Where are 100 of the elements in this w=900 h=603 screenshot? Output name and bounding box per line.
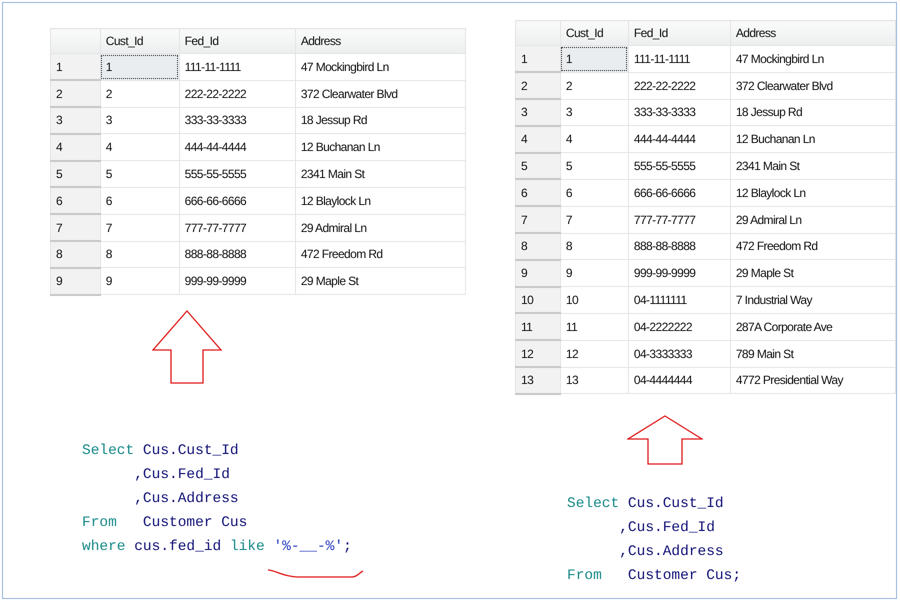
row-number: 3 xyxy=(50,107,100,134)
code-line: From Customer Cus; xyxy=(567,566,742,586)
table-cell: 18 Jessup Rd xyxy=(730,99,896,126)
row-number: 6 xyxy=(516,179,560,206)
code-line: ,Cus.Address xyxy=(133,490,240,509)
code-line: Select Cus.Cust_Id xyxy=(82,442,240,461)
table-cell: 2 xyxy=(560,72,628,100)
row-number: 10 xyxy=(516,286,560,314)
table-cell: 29 Maple St xyxy=(295,268,466,295)
row-number: 7 xyxy=(50,214,100,242)
row-number: 1 xyxy=(516,46,560,72)
table-cell: 2 xyxy=(100,80,180,108)
row-number: 7 xyxy=(516,206,560,234)
table-cell: 2341 Main St xyxy=(730,152,896,180)
code-line: From Customer Cus xyxy=(82,514,248,533)
table-cell: 47 Mockingbird Ln xyxy=(730,46,896,72)
table-cell: 666-66-6666 xyxy=(628,179,730,206)
table-cell: 444-44-4444 xyxy=(628,126,730,153)
table-cell: 888-88-8888 xyxy=(179,241,296,268)
table-cell: 372 Clearwater Blvd xyxy=(730,72,896,100)
code-line: Select Cus.Cust_Id xyxy=(567,494,725,514)
table-cell: 4 xyxy=(100,134,180,161)
column-header: Address xyxy=(295,28,466,54)
row-number: 6 xyxy=(50,187,100,214)
column-header: Fed_Id xyxy=(628,20,730,46)
code-line: ,Cus.Fed_Id xyxy=(618,518,716,538)
table-cell: 789 Main St xyxy=(730,340,896,368)
column-header: Address xyxy=(730,20,896,46)
row-number: 9 xyxy=(516,260,560,287)
table-cell: 444-44-4444 xyxy=(179,134,296,161)
table-cell: 555-55-5555 xyxy=(628,152,730,180)
column-header: Cust_Id xyxy=(100,28,180,54)
table-cell: 7 xyxy=(560,206,628,234)
table-cell: 555-55-5555 xyxy=(179,160,296,188)
table-cell: 666-66-6666 xyxy=(179,187,296,214)
table-cell: 999-99-9999 xyxy=(628,260,730,287)
row-number: 1 xyxy=(50,54,100,80)
table-cell: 7 Industrial Way xyxy=(730,286,896,314)
table-cell: 472 Freedom Rd xyxy=(730,233,896,260)
table-cell: 111-11-1111 xyxy=(628,46,730,72)
code-line: ,Cus.Address xyxy=(618,542,725,562)
table-cell: 04-2222222 xyxy=(628,313,730,340)
table-cell: 10 xyxy=(560,286,628,314)
row-number: 11 xyxy=(516,313,560,340)
table-cell: 777-77-7777 xyxy=(628,206,730,234)
table-cell: 472 Freedom Rd xyxy=(295,241,466,268)
table-cell: 1 xyxy=(100,54,180,80)
table-cell: 04-3333333 xyxy=(628,340,730,368)
table-cell: 12 xyxy=(560,340,628,368)
table-cell: 8 xyxy=(560,233,628,260)
table-cell: 11 xyxy=(560,313,628,340)
table-cell: 9 xyxy=(560,260,628,287)
code-line: where cus.fed_id like '%-__-%'; xyxy=(82,538,353,557)
table-cell: 3 xyxy=(100,107,180,134)
row-number: 9 xyxy=(50,268,100,295)
table-cell: 3 xyxy=(560,99,628,126)
table-cell: 04-1111111 xyxy=(628,286,730,314)
table-cell: 13 xyxy=(560,367,628,394)
column-header: Fed_Id xyxy=(179,28,296,54)
table-cell: 29 Admiral Ln xyxy=(295,214,466,242)
table-cell: 12 Blaylock Ln xyxy=(295,187,466,214)
row-number: 2 xyxy=(50,80,100,108)
row-number: 5 xyxy=(50,160,100,188)
table-cell: 29 Maple St xyxy=(730,260,896,287)
column-header: Cust_Id xyxy=(560,20,628,46)
table-cell: 1 xyxy=(560,46,628,72)
table-cell: 9 xyxy=(100,268,180,295)
table-cell: 47 Mockingbird Ln xyxy=(295,54,466,80)
table-cell: 6 xyxy=(100,187,180,214)
row-number: 8 xyxy=(516,233,560,260)
row-number: 2 xyxy=(516,72,560,100)
table-cell: 333-33-3333 xyxy=(628,99,730,126)
table-cell: 5 xyxy=(100,160,180,188)
table-cell: 8 xyxy=(100,241,180,268)
row-number: 12 xyxy=(516,340,560,368)
row-number: 13 xyxy=(516,367,560,394)
table-cell: 372 Clearwater Blvd xyxy=(295,80,466,108)
table-cell: 888-88-8888 xyxy=(628,233,730,260)
row-number: 4 xyxy=(516,126,560,153)
table-cell: 2341 Main St xyxy=(295,160,466,188)
table-cell: 29 Admiral Ln xyxy=(730,206,896,234)
row-number: 4 xyxy=(50,134,100,161)
table-cell: 333-33-3333 xyxy=(179,107,296,134)
table-cell: 12 Buchanan Ln xyxy=(730,126,896,153)
table-cell: 999-99-9999 xyxy=(179,268,296,295)
table-cell: 287A Corporate Ave xyxy=(730,313,896,340)
code-line: ,Cus.Fed_Id xyxy=(133,466,231,485)
table-cell: 111-11-1111 xyxy=(179,54,296,80)
table-cell: 7 xyxy=(100,214,180,242)
table-cell: 222-22-2222 xyxy=(179,80,296,108)
row-number: 3 xyxy=(516,99,560,126)
table-cell: 12 Blaylock Ln xyxy=(730,179,896,206)
table-cell: 12 Buchanan Ln xyxy=(295,134,466,161)
table-cell: 04-4444444 xyxy=(628,367,730,394)
table-cell: 5 xyxy=(560,152,628,180)
table-cell: 6 xyxy=(560,179,628,206)
row-number: 5 xyxy=(516,152,560,180)
table-cell: 4772 Presidential Way xyxy=(730,367,896,394)
table-cell: 222-22-2222 xyxy=(628,72,730,100)
table-cell: 4 xyxy=(560,126,628,153)
